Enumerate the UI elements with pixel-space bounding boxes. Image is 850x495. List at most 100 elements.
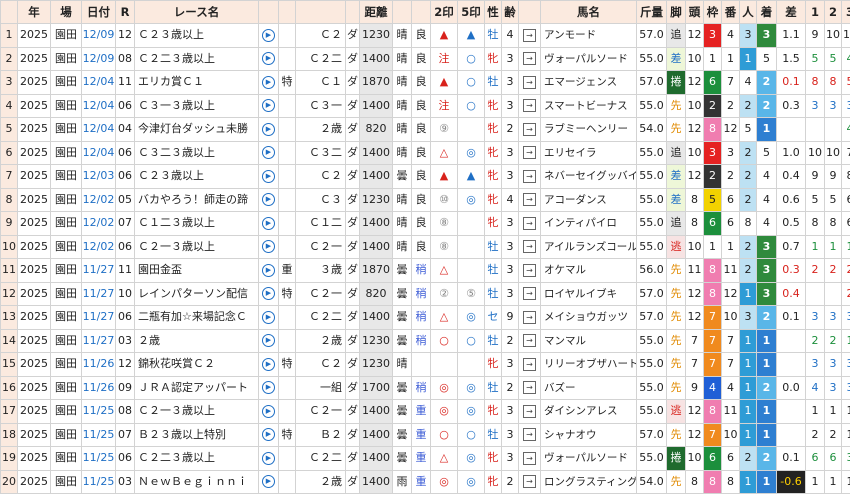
video-cell[interactable]: ▶ — [258, 446, 279, 471]
video-cell[interactable]: ▶ — [258, 211, 279, 236]
date-link[interactable]: 11/27 — [81, 281, 116, 306]
play-video-icon[interactable]: ▶ — [262, 357, 275, 371]
table-row[interactable]: 7 2025 園田 12/03 06 Ｃ２３歳以上 ▶ Ｃ２ ダ 1400 曇良 ▲ ▲ 牝 3 → ネバーセイ… — [0, 164, 850, 189]
video-cell[interactable]: ▶ — [258, 399, 279, 424]
arrow-box-icon[interactable]: → — [523, 216, 536, 230]
table-row[interactable]: 19 2025 園田 11/25 06 Ｃ２二３歳以上 ▶ Ｃ２二ダ 1400 曇重 △ ◎ 牝 3 → ヴォ… — [0, 446, 850, 471]
arrow-box-icon[interactable]: → — [523, 287, 536, 301]
video-cell[interactable]: ▶ — [258, 23, 279, 48]
horse-name-cell[interactable]: エマージェンス — [540, 70, 637, 95]
play-video-icon[interactable]: ▶ — [262, 263, 275, 277]
date-link[interactable]: 12/09 — [81, 23, 116, 48]
arrow-box-icon[interactable]: → — [523, 263, 536, 277]
table-row[interactable]: 2 2025 園田 12/09 08 Ｃ２二３歳以上 ▶ Ｃ２二ダ 1400 晴良注 ○ 牝 3 → ヴォー… — [0, 46, 850, 71]
arrow-box-icon[interactable]: → — [523, 475, 536, 489]
horse-name-cell[interactable]: リリーオブザハート — [540, 352, 637, 377]
horse-name-cell[interactable]: スマートビーナス — [540, 93, 637, 118]
video-cell[interactable]: ▶ — [258, 234, 279, 259]
horse-link-cell[interactable]: → — [518, 328, 541, 353]
horse-link-cell[interactable]: → — [518, 211, 541, 236]
video-cell[interactable]: ▶ — [258, 328, 279, 353]
horse-link-cell[interactable]: → — [518, 281, 541, 306]
video-cell[interactable]: ▶ — [258, 375, 279, 400]
video-cell[interactable]: ▶ — [258, 281, 279, 306]
column-header[interactable]: 距離 — [359, 0, 393, 24]
play-video-icon[interactable]: ▶ — [262, 287, 275, 301]
horse-link-cell[interactable]: → — [518, 422, 541, 447]
date-link[interactable]: 11/26 — [81, 375, 116, 400]
column-header[interactable] — [518, 0, 541, 24]
table-row[interactable]: 10 2025 園田 12/02 06 Ｃ２一３歳以上 ▶ Ｃ２一ダ 1400 晴良 ⑧ 牡 3 → アイル… — [0, 234, 850, 259]
horse-link-cell[interactable]: → — [518, 258, 541, 283]
horse-link-cell[interactable]: → — [518, 117, 541, 142]
video-cell[interactable]: ▶ — [258, 140, 279, 165]
horse-name-cell[interactable]: ヴォーパルソード — [540, 446, 637, 471]
arrow-box-icon[interactable]: → — [523, 451, 536, 465]
column-header[interactable]: レース名 — [134, 0, 259, 24]
horse-name-cell[interactable]: オケマル — [540, 258, 637, 283]
column-header[interactable]: 脚 — [666, 0, 686, 24]
play-video-icon[interactable]: ▶ — [262, 193, 275, 207]
column-header[interactable]: 5印 — [457, 0, 485, 24]
date-link[interactable]: 11/26 — [81, 352, 116, 377]
horse-name-cell[interactable]: ネバーセイグッバイ — [540, 164, 637, 189]
horse-link-cell[interactable]: → — [518, 187, 541, 212]
horse-link-cell[interactable]: → — [518, 352, 541, 377]
date-link[interactable]: 11/27 — [81, 258, 116, 283]
table-row[interactable]: 12 2025 園田 11/27 10 レインパターソン配信 ▶ 特 Ｃ２一ダ 820 曇稍 ② ⑤ 牡 3… — [0, 281, 850, 306]
date-link[interactable]: 12/04 — [81, 140, 116, 165]
date-link[interactable]: 12/03 — [81, 164, 116, 189]
column-header[interactable]: 斤量 — [636, 0, 667, 24]
arrow-box-icon[interactable]: → — [523, 334, 536, 348]
date-link[interactable]: 12/02 — [81, 187, 116, 212]
play-video-icon[interactable]: ▶ — [262, 169, 275, 183]
play-video-icon[interactable]: ▶ — [262, 451, 275, 465]
table-row[interactable]: 5 2025 園田 12/04 04 今津灯台ダッシュ未勝 ▶ ２歳ダ 820 晴良 ⑨ 牝 2 → ラブミ… — [0, 117, 850, 142]
horse-link-cell[interactable]: → — [518, 469, 541, 494]
column-header[interactable]: 1 — [805, 0, 825, 24]
video-cell[interactable]: ▶ — [258, 305, 279, 330]
column-header[interactable] — [258, 0, 279, 24]
horse-link-cell[interactable]: → — [518, 234, 541, 259]
horse-name-cell[interactable]: ヴォーパルソード — [540, 46, 637, 71]
column-header[interactable] — [295, 0, 346, 24]
arrow-box-icon[interactable]: → — [523, 310, 536, 324]
horse-name-cell[interactable]: ロングラスティング — [540, 469, 637, 494]
date-link[interactable]: 11/25 — [81, 446, 116, 471]
play-video-icon[interactable]: ▶ — [262, 381, 275, 395]
column-header[interactable]: 差 — [776, 0, 806, 24]
table-row[interactable]: 9 2025 園田 12/02 07 Ｃ１二３歳以上 ▶ Ｃ１二ダ 1400 晴良 ⑧ 牝 3 → インティ… — [0, 211, 850, 236]
video-cell[interactable]: ▶ — [258, 93, 279, 118]
arrow-box-icon[interactable]: → — [523, 28, 536, 42]
horse-link-cell[interactable]: → — [518, 46, 541, 71]
horse-name-cell[interactable]: アコーダンス — [540, 187, 637, 212]
horse-name-cell[interactable]: シャナオウ — [540, 422, 637, 447]
column-header[interactable]: 頭 — [685, 0, 704, 24]
play-video-icon[interactable]: ▶ — [262, 428, 275, 442]
horse-link-cell[interactable]: → — [518, 375, 541, 400]
arrow-box-icon[interactable]: → — [523, 381, 536, 395]
table-row[interactable]: 20 2025 園田 11/25 03 ＮｅｗＢｅｇｉｎｎｉ ▶ ２歳ダ 1400 雨重 ◎ ◎ 牝 2 →… — [0, 469, 850, 494]
horse-name-cell[interactable]: ラブミーヘンリー — [540, 117, 637, 142]
table-row[interactable]: 11 2025 園田 11/27 11 園田金盃 ▶ 重 ３歳ダ 1870 曇稍 △ 牡 3 → オケマル 56… — [0, 258, 850, 283]
horse-name-cell[interactable]: ダイシンアレス — [540, 399, 637, 424]
column-header[interactable] — [392, 0, 412, 24]
date-link[interactable]: 11/25 — [81, 422, 116, 447]
arrow-box-icon[interactable]: → — [523, 428, 536, 442]
column-header[interactable]: 場 — [50, 0, 82, 24]
date-link[interactable]: 12/04 — [81, 70, 116, 95]
horse-name-cell[interactable]: ロイヤルイブキ — [540, 281, 637, 306]
arrow-box-icon[interactable]: → — [523, 99, 536, 113]
play-video-icon[interactable]: ▶ — [262, 310, 275, 324]
video-cell[interactable]: ▶ — [258, 187, 279, 212]
column-header[interactable]: 齢 — [501, 0, 519, 24]
arrow-box-icon[interactable]: → — [523, 357, 536, 371]
date-link[interactable]: 12/02 — [81, 234, 116, 259]
video-cell[interactable]: ▶ — [258, 352, 279, 377]
column-header[interactable] — [345, 0, 360, 24]
horse-link-cell[interactable]: → — [518, 164, 541, 189]
horse-name-cell[interactable]: アイルランズコール — [540, 234, 637, 259]
horse-name-cell[interactable]: アンモード — [540, 23, 637, 48]
table-row[interactable]: 18 2025 園田 11/25 07 Ｂ２３歳以上特別 ▶ 特 Ｂ２ ダ 1400 曇重 ○ ○ 牡 3 → シ… — [0, 422, 850, 447]
arrow-box-icon[interactable]: → — [523, 146, 536, 160]
